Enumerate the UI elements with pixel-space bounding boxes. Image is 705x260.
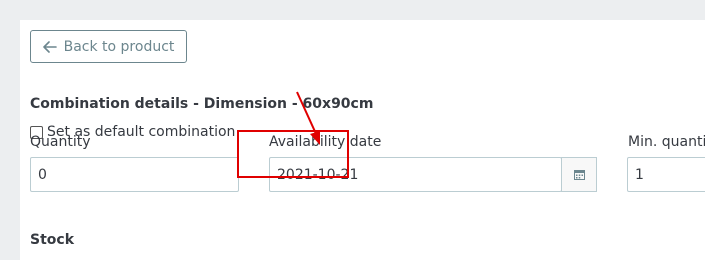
quantity-value: 0	[38, 166, 47, 183]
min-quantity-label: Min. quantit	[628, 134, 705, 150]
min-quantity-value: 1	[635, 166, 644, 183]
combination-panel: Back to product Combination details - Di…	[20, 20, 705, 260]
stock-title: Stock	[30, 232, 75, 248]
annotation-highlight-box	[237, 130, 349, 178]
back-to-product-button[interactable]: Back to product	[30, 30, 187, 63]
calendar-icon	[573, 165, 585, 184]
calendar-button[interactable]	[561, 157, 597, 192]
combination-title: Combination details - Dimension - 60x90c…	[30, 96, 374, 112]
back-to-product-label: Back to product	[63, 38, 175, 55]
arrow-left-icon	[42, 40, 57, 53]
min-quantity-input[interactable]: 1	[627, 157, 705, 192]
quantity-input[interactable]: 0	[30, 157, 239, 192]
quantity-label: Quantity	[30, 134, 91, 150]
